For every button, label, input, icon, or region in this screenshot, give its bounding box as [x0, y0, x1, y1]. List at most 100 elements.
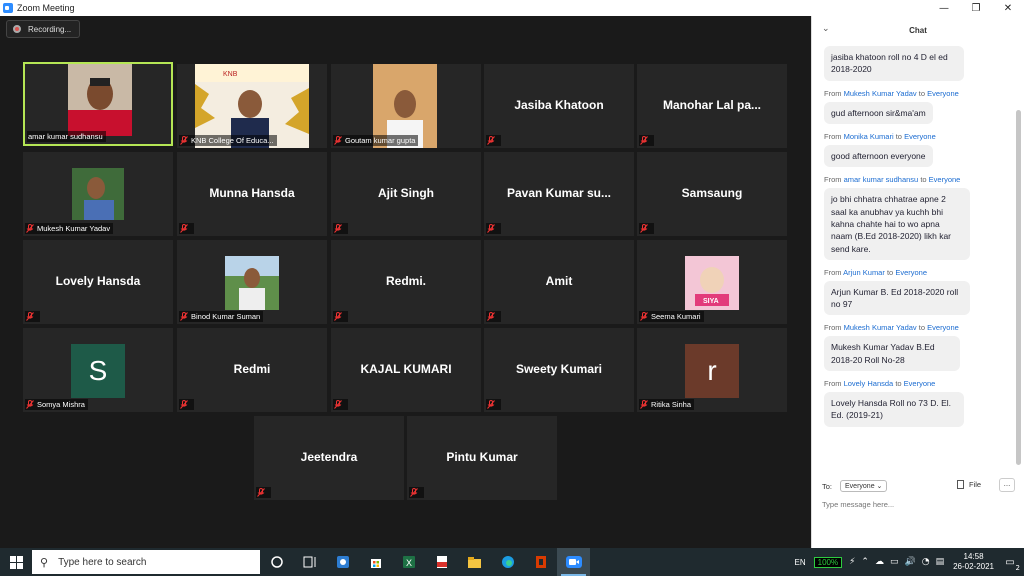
- participant-label: Seema Kumari: [639, 311, 704, 322]
- chat-message: gud afternoon sir&ma'am: [824, 101, 933, 124]
- pdf-reader-icon[interactable]: [425, 548, 458, 576]
- participant-tile[interactable]: Samsaung: [637, 152, 787, 236]
- participant-tile[interactable]: Sweety Kumari: [484, 328, 634, 412]
- chevron-up-icon[interactable]: ⌃: [861, 557, 869, 567]
- chat-message: jo bhi chhatra chhatrae apne 2 saal ka a…: [824, 188, 970, 260]
- chat-header: ⌄ Chat: [812, 16, 1024, 44]
- muted-mic-icon: [180, 136, 188, 145]
- avatar-letter: S: [71, 344, 125, 398]
- chat-message: Lovely Hansda Roll no 73 D. El. Ed. (201…: [824, 392, 964, 427]
- cloud-icon[interactable]: ☁: [875, 557, 884, 567]
- zoom-taskbar-icon[interactable]: [557, 548, 590, 576]
- participant-tile[interactable]: Pintu Kumar: [407, 416, 557, 500]
- participant-tile[interactable]: S Somya Mishra: [23, 328, 173, 412]
- participant-name: Lovely Hansda: [55, 274, 141, 288]
- more-options-button[interactable]: ...: [999, 478, 1015, 492]
- close-button[interactable]: ✕: [992, 0, 1024, 16]
- participant-tile[interactable]: Goutam kumar gupta: [331, 64, 481, 148]
- participant-tile[interactable]: Amit: [484, 240, 634, 324]
- participant-tile[interactable]: KNB KNB College Of Educa...: [177, 64, 327, 148]
- clock[interactable]: 14:58 26-02-2021: [953, 552, 994, 571]
- participant-tile[interactable]: Binod Kumar Suman: [177, 240, 327, 324]
- meeting-gallery: Recording... amar kumar sudhansu KNB KNB…: [0, 16, 811, 548]
- window-title: Zoom Meeting: [17, 3, 75, 13]
- participant-name: Redmi: [233, 362, 271, 376]
- task-view-icon[interactable]: [293, 548, 326, 576]
- participant-tile[interactable]: KAJAL KUMARI: [331, 328, 481, 412]
- chat-sender: From Lovely Hansda to Everyone: [824, 379, 936, 389]
- minimize-button[interactable]: —: [928, 0, 960, 16]
- participant-tile[interactable]: Jeetendra: [254, 416, 404, 500]
- participant-label: Binod Kumar Suman: [179, 311, 264, 322]
- muted-mic-icon: [257, 488, 265, 497]
- cortana-icon[interactable]: [260, 548, 293, 576]
- participant-tile[interactable]: Redmi.: [331, 240, 481, 324]
- participant-label: KNB College Of Educa...: [179, 135, 277, 146]
- muted-mic-icon: [334, 224, 342, 233]
- participant-tile[interactable]: SIYA Seema Kumari: [637, 240, 787, 324]
- notification-icon[interactable]: ▭ 2: [1000, 552, 1020, 573]
- notification-count: 2: [1015, 564, 1020, 572]
- participant-label: [333, 223, 348, 234]
- participant-tile[interactable]: Redmi: [177, 328, 327, 412]
- muted-mic-icon: [334, 312, 342, 321]
- recipient-select[interactable]: Everyone ⌄: [840, 480, 888, 492]
- muted-mic-icon: [26, 400, 34, 409]
- store-icon[interactable]: [359, 548, 392, 576]
- start-button[interactable]: [0, 548, 32, 576]
- to-label: To:: [822, 481, 833, 491]
- participant-name: Jeetendra: [300, 450, 358, 464]
- participant-tile[interactable]: Jasiba Khatoon: [484, 64, 634, 148]
- muted-mic-icon: [180, 224, 188, 233]
- participant-tile[interactable]: Lovely Hansda: [23, 240, 173, 324]
- recording-label: Recording...: [28, 24, 72, 34]
- network-icon[interactable]: ◔: [922, 557, 930, 567]
- participant-label: [486, 223, 501, 234]
- participant-tile[interactable]: amar kumar sudhansu: [23, 62, 173, 146]
- participant-name: Samsaung: [681, 186, 743, 200]
- ime-icon[interactable]: ▤: [936, 557, 945, 567]
- photos-app-icon[interactable]: [326, 548, 359, 576]
- edge-icon[interactable]: [491, 548, 524, 576]
- language-indicator[interactable]: EN: [795, 558, 806, 567]
- participant-label: [25, 311, 40, 322]
- participant-label: [333, 399, 348, 410]
- chat-message: Arjun Kumar B. Ed 2018-2020 roll no 97: [824, 280, 970, 316]
- clock-time: 14:58: [963, 552, 984, 562]
- volume-icon[interactable]: 🔊: [904, 557, 915, 567]
- chat-message: Mukesh Kumar Yadav B.Ed 2018-20 Roll No-…: [824, 336, 960, 372]
- participant-tile[interactable]: Pavan Kumar su...: [484, 152, 634, 236]
- maximize-button[interactable]: ❐: [960, 0, 992, 16]
- participant-tile[interactable]: Ajit Singh: [331, 152, 481, 236]
- participant-tile[interactable]: r Ritika Sinha: [637, 328, 787, 412]
- participant-tile[interactable]: Munna Hansda: [177, 152, 327, 236]
- excel-icon[interactable]: X: [392, 548, 425, 576]
- file-icon: [957, 480, 964, 489]
- chat-scrollbar[interactable]: [1016, 110, 1021, 465]
- muted-mic-icon: [334, 400, 342, 409]
- battery-icon[interactable]: ▭: [890, 557, 899, 567]
- office-icon[interactable]: [524, 548, 557, 576]
- participant-label: Ritika Sinha: [639, 399, 695, 410]
- chat-messages[interactable]: jasiba khatoon roll no 4 D el ed 2018-20…: [812, 44, 1019, 474]
- participant-label: [486, 311, 501, 322]
- message-input[interactable]: [822, 500, 1012, 509]
- taskbar-search[interactable]: ⚲ Type here to search: [32, 550, 260, 574]
- chat-sender: From Arjun Kumar to Everyone: [824, 267, 927, 277]
- file-button[interactable]: File: [957, 480, 981, 489]
- muted-mic-icon: [487, 312, 495, 321]
- power-plug-icon[interactable]: ⚡: [849, 557, 855, 567]
- muted-mic-icon: [26, 312, 34, 321]
- muted-mic-icon: [487, 400, 495, 409]
- file-explorer-icon[interactable]: [458, 548, 491, 576]
- chat-message: good afternoon everyone: [824, 144, 933, 168]
- participant-label: [179, 223, 194, 234]
- participant-tile[interactable]: Mukesh Kumar Yadav: [23, 152, 173, 236]
- battery-indicator[interactable]: 100%: [813, 556, 843, 568]
- recording-indicator[interactable]: Recording...: [6, 20, 81, 38]
- muted-mic-icon: [180, 312, 188, 321]
- chevron-down-icon[interactable]: ⌄: [822, 24, 830, 34]
- participant-name: Ajit Singh: [378, 186, 434, 200]
- participant-tile[interactable]: Manohar Lal pa...: [637, 64, 787, 148]
- participant-name: Jasiba Khatoon: [514, 98, 604, 112]
